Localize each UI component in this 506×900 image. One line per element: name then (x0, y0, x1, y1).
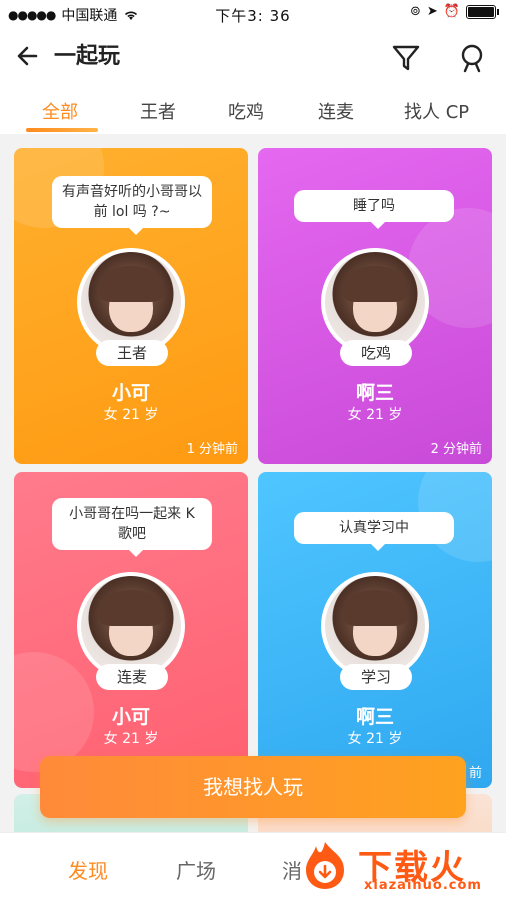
player-card[interactable]: 睡了吗 吃鸡 啊三 女 21 岁 2 分钟前 (258, 148, 492, 464)
tabbar-discover[interactable]: 发现 (68, 855, 108, 884)
player-name: 啊三 (355, 706, 394, 728)
tabbar-square[interactable]: 广场 (176, 855, 216, 884)
speech-bubble: 有声音好听的小哥哥以前 lol 吗 ?~ (52, 176, 212, 235)
speech-bubble: 认真学习中 (294, 512, 454, 551)
player-card[interactable]: 有声音好听的小哥哥以前 lol 吗 ?~ 王者 小可 女 21 岁 1 分钟前 (14, 148, 248, 464)
profile-button[interactable] (456, 42, 488, 74)
tab-chiji[interactable]: 吃鸡 (228, 98, 264, 124)
player-name: 小可 (111, 706, 150, 728)
player-meta: 女 21 岁 (103, 731, 159, 747)
location-icon: ➤ (426, 4, 438, 19)
back-button[interactable] (14, 42, 46, 74)
divider (0, 134, 506, 142)
player-card-grid: 有声音好听的小哥哥以前 lol 吗 ?~ 王者 小可 女 21 岁 1 分钟前 … (0, 142, 506, 832)
player-name: 啊三 (355, 382, 394, 404)
player-meta: 女 21 岁 (347, 407, 403, 423)
game-tag: 连麦 (96, 664, 168, 690)
arrow-left-icon (17, 46, 38, 66)
navigation-bar: 一起玩 (0, 32, 506, 84)
game-tag: 王者 (96, 340, 168, 366)
alarm-icon: ⏰ (443, 4, 460, 19)
category-tabs: 全部 王者 吃鸡 连麦 找人 CP (0, 90, 506, 134)
filter-button[interactable] (390, 42, 422, 74)
avatar-photo (81, 252, 181, 352)
player-card[interactable]: 认真学习中 学习 啊三 女 21 岁 前 (258, 472, 492, 788)
page-title: 一起玩 (54, 44, 121, 69)
speech-bubble: 睡了吗 (294, 190, 454, 229)
player-name: 小可 (111, 382, 150, 404)
filter-icon (392, 45, 420, 71)
game-tag: 吃鸡 (340, 340, 412, 366)
battery-icon (466, 4, 499, 19)
watermark: 下载火 xiazaihuo.com (298, 832, 498, 900)
status-bar: ●●●●● 中国联通 下午3: 36 ⊚ ➤ ⏰ (0, 0, 506, 28)
avatar-photo (325, 252, 425, 352)
find-players-button[interactable]: 我想找人玩 (40, 756, 466, 818)
tab-wangzhe[interactable]: 王者 (140, 98, 176, 124)
avatar-photo (81, 576, 181, 676)
player-meta: 女 21 岁 (347, 731, 403, 747)
player-meta: 女 21 岁 (103, 407, 159, 423)
post-time: 2 分钟前 (430, 442, 482, 457)
active-tab-indicator (26, 128, 98, 132)
person-icon (461, 44, 483, 73)
flame-logo-icon (306, 842, 344, 889)
tab-find-cp[interactable]: 找人 CP (404, 98, 469, 124)
rotation-lock-icon: ⊚ (410, 4, 421, 19)
game-tag: 学习 (340, 664, 412, 690)
post-time: 1 分钟前 (186, 442, 238, 457)
avatar-photo (325, 576, 425, 676)
tab-lianmai[interactable]: 连麦 (318, 98, 354, 124)
speech-bubble: 小哥哥在吗一起来 K 歌吧 (52, 498, 212, 557)
post-time: 前 (468, 766, 482, 781)
player-card[interactable]: 小哥哥在吗一起来 K 歌吧 连麦 小可 女 21 岁 (14, 472, 248, 788)
watermark-url: xiazaihuo.com (364, 878, 482, 893)
tab-all[interactable]: 全部 (42, 98, 78, 124)
